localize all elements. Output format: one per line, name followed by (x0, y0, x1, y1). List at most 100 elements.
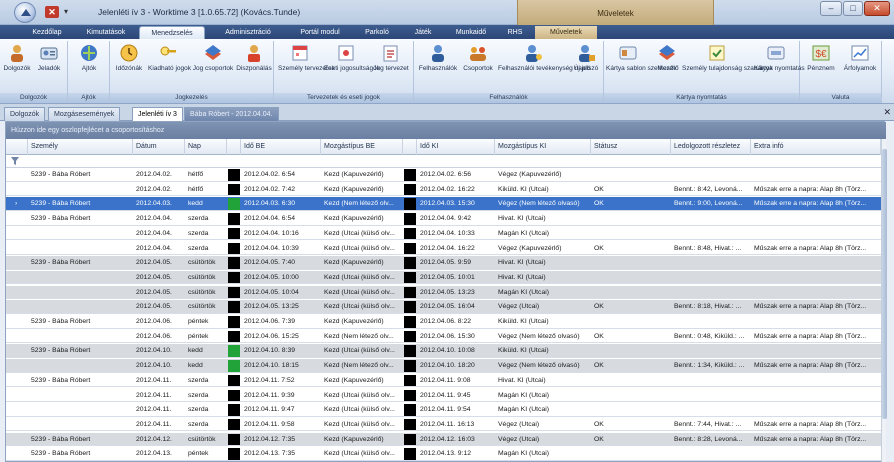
cell-extra[interactable] (751, 168, 881, 182)
cell-ido_be[interactable]: 2012.04.05. 10:04 (241, 286, 321, 300)
cell-reszletez[interactable]: Bennt.: 8:42, Levoná... (671, 183, 751, 197)
cell-tipus_ki[interactable]: Kiküld. KI (Utcai) (495, 344, 591, 358)
cell-ido_be[interactable]: 2012.04.05. 10:00 (241, 271, 321, 285)
doc-tab-mozgasesemenyek[interactable]: Mozgásesemények (48, 107, 121, 121)
header-ido-be[interactable]: Idő BE (241, 139, 321, 155)
cell-ido_ki[interactable]: 2012.04.05. 10:01 (417, 271, 495, 285)
cell-reszletez[interactable]: Bennt.: 0:48, Kiküld.: ... (671, 330, 751, 344)
cell-extra[interactable]: Műszak erre a napra: Alap 8h (Törz... (751, 359, 881, 373)
cell-datum[interactable]: 2012.04.13. (133, 447, 185, 461)
group-by-panel[interactable]: Húzzon ide egy oszlopfejlécet a csoporto… (6, 122, 886, 139)
cell-statusz[interactable] (591, 374, 671, 388)
cell-reszletez[interactable]: Bennt.: 9:00, Levoná... (671, 197, 751, 211)
cell-statusz[interactable]: OK (591, 433, 671, 447)
cell-szemely[interactable] (28, 183, 133, 197)
cell-nap[interactable]: szerda (185, 389, 227, 403)
cell-tipus_be[interactable]: Kezd (Utcai (külső olv... (321, 447, 403, 461)
header-statusz[interactable]: Státusz (591, 139, 671, 155)
cell-tipus_ki[interactable]: Végez (Nem létező olvasó) (495, 330, 591, 344)
cell-datum[interactable]: 2012.04.11. (133, 403, 185, 417)
cell-extra[interactable]: Műszak erre a napra: Alap 8h (Törz... (751, 197, 881, 211)
close-tab-icon[interactable]: ✕ (883, 107, 891, 118)
cell-datum[interactable]: 2012.04.05. (133, 271, 185, 285)
cell-ido_be[interactable]: 2012.04.04. 6:54 (241, 212, 321, 226)
cell-ido_ki[interactable]: 2012.04.11. 16:13 (417, 418, 495, 432)
cell-extra[interactable] (751, 344, 881, 358)
cell-szemely[interactable]: 5239 - Bába Róbert (28, 344, 133, 358)
cell-nap[interactable]: hétfő (185, 183, 227, 197)
doc-tab-jelenleti-iv-3[interactable]: Jelenléti ív 3 (132, 107, 183, 121)
cell-szemely[interactable]: 5239 - Bába Róbert (28, 374, 133, 388)
cell-szemely[interactable] (28, 300, 133, 314)
cell-ido_be[interactable]: 2012.04.10. 8:39 (241, 344, 321, 358)
cell-nap[interactable]: szerda (185, 227, 227, 241)
cell-reszletez[interactable] (671, 271, 751, 285)
cell-datum[interactable]: 2012.04.10. (133, 344, 185, 358)
mezok-button[interactable]: Mezők (654, 43, 680, 73)
tab-muveletek[interactable]: Műveletek (535, 26, 597, 39)
table-row[interactable]: 5239 - Bába Róbert 2012.04.06. péntek 2012.… (6, 315, 881, 329)
cell-reszletez[interactable] (671, 374, 751, 388)
felhasznaloi-naplo-button[interactable]: Felhasználói tevékenység napló (498, 43, 591, 73)
cell-nap[interactable]: csütörtök (185, 286, 227, 300)
cell-statusz[interactable] (591, 403, 671, 417)
cell-extra[interactable]: Műszak erre a napra: Alap 8h (Törz... (751, 242, 881, 256)
cell-reszletez[interactable] (671, 315, 751, 329)
cell-datum[interactable]: 2012.04.04. (133, 242, 185, 256)
cell-datum[interactable]: 2012.04.06. (133, 315, 185, 329)
cell-reszletez[interactable]: Bennt.: 7:44, Hivat.: ... (671, 418, 751, 432)
cell-tipus_ki[interactable]: Végez (Utcai) (495, 300, 591, 314)
cell-szemely[interactable] (28, 418, 133, 432)
cell-extra[interactable]: Műszak erre a napra: Alap 8h (Törz... (751, 183, 881, 197)
cell-statusz[interactable] (591, 168, 671, 182)
cell-ido_be[interactable]: 2012.04.04. 10:16 (241, 227, 321, 241)
cell-szemely[interactable] (28, 286, 133, 300)
cell-szemely[interactable] (28, 242, 133, 256)
cell-tipus_be[interactable]: Kezd (Kapuvezérlő) (321, 183, 403, 197)
csoportok-button[interactable]: Csoportok (460, 43, 496, 73)
cell-statusz[interactable]: OK (591, 300, 671, 314)
cell-tipus_ki[interactable]: Hivat. KI (Utcai) (495, 271, 591, 285)
cell-ido_ki[interactable]: 2012.04.04. 10:33 (417, 227, 495, 241)
cell-tipus_ki[interactable]: Magán KI (Utcai) (495, 389, 591, 403)
cell-statusz[interactable] (591, 256, 671, 270)
header-szemely[interactable]: Személy (28, 139, 133, 155)
table-row[interactable]: 2012.04.05. csütörtök 2012.04.05. 10:04 Kez… (6, 285, 881, 300)
cell-reszletez[interactable] (671, 168, 751, 182)
cell-reszletez[interactable] (671, 212, 751, 226)
cell-ido_be[interactable]: 2012.04.02. 7:42 (241, 183, 321, 197)
cell-extra[interactable] (751, 389, 881, 403)
cell-tipus_be[interactable]: Kezd (Utcai (külső olv... (321, 271, 403, 285)
cell-ido_ki[interactable]: 2012.04.10. 10:08 (417, 344, 495, 358)
table-row[interactable]: 5239 - Bába Róbert 2012.04.04. szerda 2012.… (6, 212, 881, 226)
cell-tipus_be[interactable]: Kezd (Utcai (külső olv... (321, 403, 403, 417)
cell-reszletez[interactable]: Bennt.: 8:28, Levoná... (671, 433, 751, 447)
cell-tipus_be[interactable]: Kezd (Kapuvezérlő) (321, 374, 403, 388)
cell-statusz[interactable] (591, 227, 671, 241)
cell-tipus_be[interactable]: Kezd (Utcai (külső olv... (321, 227, 403, 241)
tab-portal-modul[interactable]: Portál modul (290, 26, 350, 39)
doc-tab-dolgozok[interactable]: Dolgozók (4, 107, 46, 121)
cell-szemely[interactable] (28, 271, 133, 285)
table-row[interactable]: 5239 - Bába Róbert 2012.04.12. csütörtök 20… (6, 432, 881, 447)
tab-munkaido[interactable]: Munkaidő (446, 26, 496, 39)
cell-datum[interactable]: 2012.04.05. (133, 286, 185, 300)
cell-statusz[interactable] (591, 389, 671, 403)
cell-extra[interactable] (751, 315, 881, 329)
cell-nap[interactable]: péntek (185, 315, 227, 329)
cell-statusz[interactable]: OK (591, 359, 671, 373)
cell-datum[interactable]: 2012.04.10. (133, 359, 185, 373)
cell-szemely[interactable] (28, 359, 133, 373)
cell-tipus_ki[interactable]: Kiküld. KI (Utcai) (495, 183, 591, 197)
cell-reszletez[interactable] (671, 403, 751, 417)
table-row[interactable]: 2012.04.06. péntek 2012.04.06. 15:25 Kezd (… (6, 329, 881, 344)
dolgozok-button[interactable]: Dolgozók (2, 43, 32, 73)
cell-datum[interactable]: 2012.04.04. (133, 227, 185, 241)
cell-nap[interactable]: csütörtök (185, 300, 227, 314)
cell-ido_ki[interactable]: 2012.04.06. 15:30 (417, 330, 495, 344)
jeladok-button[interactable]: Jeladók (34, 43, 64, 73)
cell-reszletez[interactable]: Bennt.: 8:48, Hivat.: ... (671, 242, 751, 256)
table-row[interactable]: 2012.04.11. szerda 2012.04.11. 9:58 Kezd (U… (6, 417, 881, 432)
cell-ido_ki[interactable]: 2012.04.11. 9:08 (417, 374, 495, 388)
cell-datum[interactable]: 2012.04.12. (133, 433, 185, 447)
